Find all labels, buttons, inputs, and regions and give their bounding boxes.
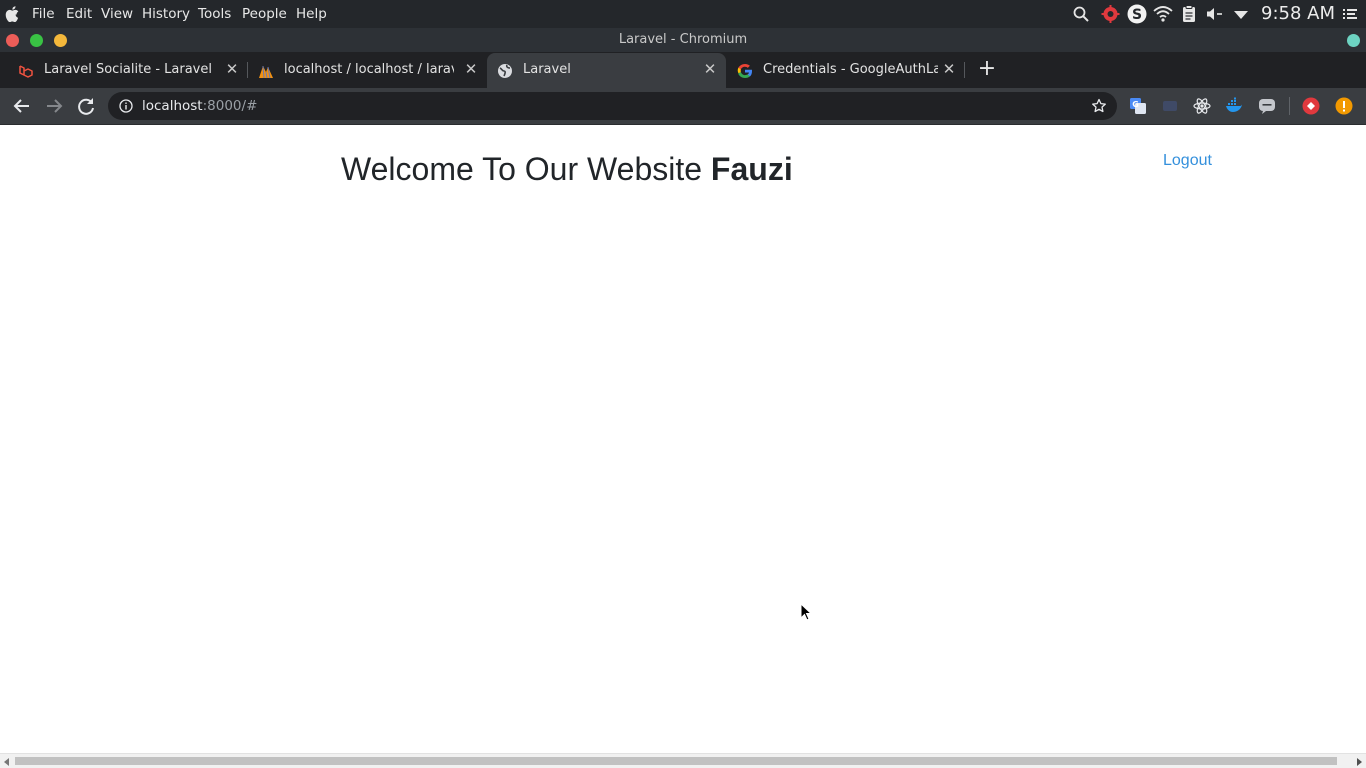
welcome-heading: Welcome To Our Website Fauzi: [341, 151, 793, 188]
web-page: Welcome To Our Website Fauzi Logout: [0, 125, 1366, 753]
url-text[interactable]: localhost:8000/#: [142, 98, 257, 114]
google-translate-icon[interactable]: G: [1129, 97, 1147, 115]
svg-text:S: S: [1132, 7, 1142, 23]
welcome-text: Welcome To Our Website: [341, 151, 711, 187]
chat-bubble-icon[interactable]: [1258, 97, 1276, 115]
window-status-dot[interactable]: [1347, 34, 1360, 47]
menu-people[interactable]: People: [242, 6, 287, 22]
tab-credentials[interactable]: Credentials - GoogleAuthLara ✕: [727, 53, 965, 88]
menu-tools[interactable]: Tools: [198, 6, 231, 22]
new-tab-button[interactable]: +: [976, 58, 998, 80]
info-icon[interactable]: [119, 99, 133, 113]
close-tab-icon[interactable]: ✕: [940, 60, 958, 78]
toolbar-divider: [1289, 97, 1290, 115]
close-tab-icon[interactable]: ✕: [223, 60, 241, 78]
laravel-icon: [19, 65, 33, 78]
tab-strip: Laravel Socialite - Laravel - Th ✕ local…: [0, 52, 1366, 88]
dropdown-arrow-icon[interactable]: [1233, 5, 1249, 23]
tab-laravel-socialite[interactable]: Laravel Socialite - Laravel - Th ✕: [8, 53, 248, 88]
phpmyadmin-icon: [259, 65, 273, 79]
volume-muted-icon[interactable]: [1205, 5, 1223, 23]
tab-separator: [247, 62, 248, 78]
react-devtools-icon[interactable]: [1193, 97, 1211, 115]
google-icon: [737, 64, 752, 78]
reload-icon[interactable]: [75, 95, 97, 117]
extension-dim-icon[interactable]: [1161, 97, 1179, 115]
browser-toolbar: localhost:8000/# G: [0, 88, 1366, 124]
tab-title: Laravel: [523, 62, 571, 77]
scroll-left-arrow-icon[interactable]: [4, 758, 9, 766]
menu-help[interactable]: Help: [296, 6, 327, 22]
close-tab-icon[interactable]: ✕: [701, 60, 719, 78]
menu-edit[interactable]: Edit: [66, 6, 92, 22]
url-path: :8000/#: [202, 98, 258, 114]
system-menu-bar: File Edit View History Tools People Help…: [0, 0, 1366, 28]
search-icon[interactable]: [1072, 5, 1090, 23]
clock[interactable]: 9:58 AM: [1261, 3, 1335, 24]
window-title: Laravel - Chromium: [618, 32, 748, 47]
scroll-right-arrow-icon[interactable]: [1357, 758, 1362, 766]
skype-icon[interactable]: S: [1127, 4, 1147, 24]
back-arrow-icon[interactable]: [11, 95, 33, 117]
horizontal-scrollbar[interactable]: [0, 753, 1366, 768]
red-extension-icon[interactable]: [1302, 97, 1320, 115]
apple-icon[interactable]: [5, 6, 19, 22]
forward-arrow-icon[interactable]: [43, 95, 65, 117]
wifi-icon[interactable]: [1153, 5, 1173, 23]
user-name: Fauzi: [710, 151, 793, 187]
tab-laravel[interactable]: Laravel ✕: [487, 53, 726, 88]
address-bar[interactable]: localhost:8000/#: [108, 92, 1117, 120]
globe-icon: [498, 64, 512, 78]
svg-text:G: G: [1132, 100, 1139, 109]
docker-icon[interactable]: [1225, 97, 1243, 115]
close-tab-icon[interactable]: ✕: [462, 60, 480, 78]
warning-icon[interactable]: [1335, 97, 1353, 115]
tab-separator: [964, 62, 965, 78]
tab-title: localhost / localhost / laravel_: [284, 62, 454, 77]
menu-file[interactable]: File: [32, 6, 55, 22]
tab-title: Credentials - GoogleAuthLara: [763, 62, 938, 77]
mouse-cursor-icon: [800, 603, 812, 621]
logout-link[interactable]: Logout: [1163, 152, 1212, 170]
scrollbar-thumb[interactable]: [15, 757, 1337, 765]
bookmark-star-icon[interactable]: [1091, 98, 1107, 114]
url-host: localhost: [142, 98, 203, 114]
tab-phpmyadmin[interactable]: localhost / localhost / laravel_ ✕: [248, 53, 486, 88]
settings-gear-icon[interactable]: [1101, 5, 1120, 23]
menu-view[interactable]: View: [101, 6, 133, 22]
clipboard-icon[interactable]: [1181, 5, 1197, 23]
tab-title: Laravel Socialite - Laravel - Th: [44, 62, 214, 77]
list-menu-icon[interactable]: [1342, 5, 1358, 23]
window-title-bar: Laravel - Chromium: [0, 28, 1366, 52]
menu-history[interactable]: History: [142, 6, 190, 22]
